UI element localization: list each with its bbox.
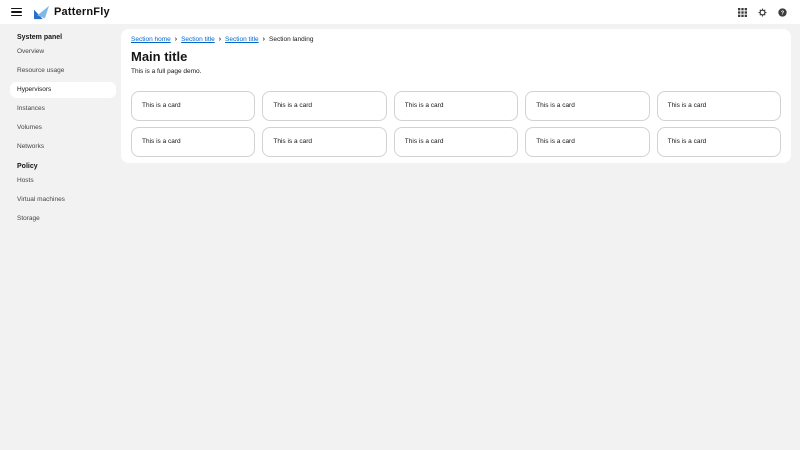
card: This is a card	[393, 126, 519, 157]
page-title: Main title	[131, 49, 188, 64]
card: This is a card	[525, 126, 650, 157]
nav-group-system-panel: System panel	[17, 34, 63, 41]
sidebar-item-virtual-machines[interactable]: Virtual machines	[10, 192, 116, 208]
masthead-actions: ?	[737, 7, 787, 17]
brand-name: PatternFly	[54, 6, 110, 18]
page-subtitle: This is a full page demo.	[131, 67, 202, 75]
help-question-icon[interactable]: ?	[777, 7, 787, 17]
card: This is a card	[131, 90, 256, 121]
card-gallery: This is a card This is a card This is a …	[131, 90, 781, 157]
settings-gear-icon[interactable]	[757, 7, 767, 17]
sidebar-item-storage[interactable]: Storage	[10, 211, 116, 227]
svg-text:?: ?	[780, 10, 784, 16]
breadcrumb-link-section-home[interactable]: Section home	[131, 36, 171, 43]
hamburger-menu-icon[interactable]	[10, 5, 24, 19]
main-content-panel: Section home › Section title › Section t…	[121, 29, 791, 163]
card: This is a card	[656, 126, 781, 157]
brand-logo[interactable]: PatternFly	[33, 5, 110, 20]
sidebar-item-hosts[interactable]: Hosts	[10, 173, 116, 189]
sidebar-item-instances[interactable]: Instances	[10, 101, 116, 117]
breadcrumb-link-section-title-2[interactable]: Section title	[225, 36, 259, 43]
breadcrumb-current-page: Section landing	[269, 36, 314, 43]
masthead: PatternFly ?	[0, 0, 800, 24]
breadcrumb-separator-icon: ›	[262, 36, 265, 43]
card: This is a card	[262, 126, 387, 157]
card: This is a card	[393, 90, 519, 121]
sidebar-item-networks[interactable]: Networks	[10, 139, 116, 155]
sidebar-navigation: System panel Overview Resource usage Hyp…	[0, 24, 121, 450]
card: This is a card	[656, 90, 781, 121]
app-launcher-grid-icon[interactable]	[737, 7, 747, 17]
card: This is a card	[131, 126, 256, 157]
card: This is a card	[525, 90, 650, 121]
patternfly-logo-icon	[34, 5, 49, 19]
card: This is a card	[262, 90, 387, 121]
patternfly-demo-page: { "masthead": { "brand": "PatternFly", "…	[0, 0, 800, 450]
breadcrumb: Section home › Section title › Section t…	[131, 36, 781, 43]
sidebar-item-volumes[interactable]: Volumes	[10, 120, 116, 136]
sidebar-item-hypervisors[interactable]: Hypervisors	[10, 82, 116, 98]
sidebar-item-resource-usage[interactable]: Resource usage	[10, 63, 116, 79]
breadcrumb-separator-icon: ›	[174, 36, 178, 43]
sidebar-item-overview[interactable]: Overview	[10, 44, 116, 60]
breadcrumb-separator-icon: ›	[218, 36, 222, 43]
nav-group-policy: Policy	[17, 162, 38, 170]
breadcrumb-link-section-title-1[interactable]: Section title	[181, 36, 215, 43]
